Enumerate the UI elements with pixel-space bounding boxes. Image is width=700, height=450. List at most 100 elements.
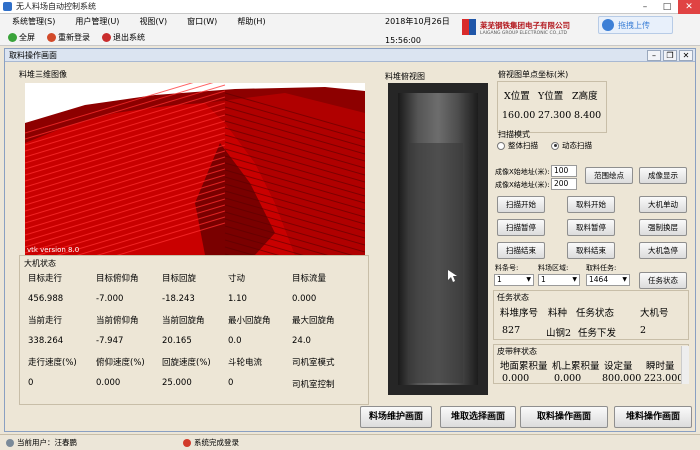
machine-stop-button[interactable]: 大机急停 xyxy=(639,242,687,259)
state-value-1-1: -7.000 xyxy=(96,294,124,304)
state-value-3-0: 338.264 xyxy=(28,336,64,346)
radio-full-scan[interactable]: 整体扫描 xyxy=(497,140,538,151)
force-switch-button[interactable]: 强制换层 xyxy=(639,219,687,236)
task-select-label: 取料任务: xyxy=(586,264,617,272)
state-label-0-3: 寸动 xyxy=(228,274,246,284)
scan-start-button[interactable]: 扫描开始 xyxy=(497,196,545,213)
window-controls: – □ ✕ xyxy=(634,0,700,14)
radio-dynamic-scan-label: 动态扫描 xyxy=(562,141,592,150)
state-value-1-2: -18.243 xyxy=(162,294,195,304)
user-status-icon xyxy=(6,438,14,447)
machine-single-button[interactable]: 大机单动 xyxy=(639,196,687,213)
belt-scrollbar[interactable] xyxy=(681,346,689,384)
image-show-button[interactable]: 成像显示 xyxy=(639,167,687,184)
task-panel: 料堆序号 料种 任务状态 大机号 827 山钢2 任务下发 2 xyxy=(493,290,689,340)
minimize-icon[interactable]: – xyxy=(634,0,656,14)
zone-select-value: 1 xyxy=(541,275,546,284)
menu-view[interactable]: 视图(V) xyxy=(139,16,167,27)
task-machine-value: 2 xyxy=(640,325,647,336)
range-plot-button[interactable]: 范围绘点 xyxy=(585,167,633,184)
upload-label: 拖拽上传 xyxy=(618,20,650,30)
coord-x-value: 160.00 xyxy=(502,110,536,121)
state-label-4-3: 斗轮电流 xyxy=(228,358,263,368)
state-value-5-1: 0.000 xyxy=(96,378,121,388)
menu-help[interactable]: 帮助(H) xyxy=(237,16,265,27)
fullscreen-button[interactable]: 全屏 xyxy=(8,32,35,43)
reclaim-operation-button[interactable]: 取料操作画面 xyxy=(520,406,608,428)
stockpile-3d-render xyxy=(25,83,365,255)
strip-select[interactable]: 1 ▼ xyxy=(494,274,534,286)
user-icon xyxy=(47,32,56,42)
state-label-2-2: 当前回旋角 xyxy=(162,316,205,326)
take-end-button[interactable]: 取料结束 xyxy=(567,242,615,259)
coord-box: X位置 Y位置 Z高度 160.00 27.300 8.400 xyxy=(497,81,607,133)
task-state-button[interactable]: 任务状态 xyxy=(639,272,687,289)
scan-end-button[interactable]: 扫描结束 xyxy=(497,242,545,259)
state-label-4-0: 走行速度(%) xyxy=(28,358,77,368)
app-icon xyxy=(3,2,12,11)
zone-select[interactable]: 1 ▼ xyxy=(538,274,580,286)
x-end-input[interactable]: 200 xyxy=(551,178,577,190)
logout-button[interactable]: 退出系统 xyxy=(102,32,145,43)
zone-chevron-down-icon: ▼ xyxy=(572,276,577,283)
menu-user[interactable]: 用户管理(U) xyxy=(75,16,119,27)
company-name-cn: 莱芜钢铁集团电子有限公司 xyxy=(480,21,570,30)
view3d-label: 料堆三维图像 xyxy=(19,70,67,79)
child-restore-icon[interactable]: ❐ xyxy=(663,49,677,61)
status-message: 系统完成登录 xyxy=(194,438,239,447)
take-pause-button[interactable]: 取料暂停 xyxy=(567,219,615,236)
state-label-2-0: 当前走行 xyxy=(28,316,63,326)
coord-y-value: 27.300 xyxy=(538,110,572,121)
check-icon xyxy=(8,32,17,42)
menu-bar: 系统管理(S) 用户管理(U) 视图(V) 窗口(W) 帮助(H) xyxy=(0,14,700,29)
yard-maintenance-button[interactable]: 料场维护画面 xyxy=(360,406,432,428)
state-label-2-3: 最小回旋角 xyxy=(228,316,271,326)
belt-onboard-value: 0.000 xyxy=(554,373,582,384)
logout-label: 退出系统 xyxy=(113,32,145,42)
machine-state-panel: 大机状态 目标走行 目标俯仰角 目标回旋 寸动 目标流量 456.988 -7.000 -18… xyxy=(19,255,369,405)
child-minimize-icon[interactable]: – xyxy=(647,49,661,61)
state-value-1-4: 0.000 xyxy=(292,294,317,304)
state-label-0-4: 目标流量 xyxy=(292,274,327,284)
zone-label: 料场区域: xyxy=(538,264,569,272)
stack-reclaim-select-button[interactable]: 堆取选择画面 xyxy=(440,406,516,428)
date-display: 2018年10月26日 xyxy=(385,17,450,26)
drag-upload-button[interactable]: 拖拽上传 xyxy=(598,16,673,34)
company-logo: 莱芜钢铁集团电子有限公司 LAIGANG GROUP ELECTRONIC CO… xyxy=(462,17,570,43)
x-start-label: 成像X始地址(米): xyxy=(495,168,550,176)
time-display: 15:56:00 xyxy=(385,36,421,45)
relogin-button[interactable]: 重新登录 xyxy=(47,32,90,43)
state-label-4-2: 回旋速度(%) xyxy=(162,358,211,368)
menu-system[interactable]: 系统管理(S) xyxy=(12,16,55,27)
top-view-image xyxy=(388,83,488,395)
fullscreen-label: 全屏 xyxy=(19,32,35,42)
task-select[interactable]: 1464 ▼ xyxy=(586,274,630,286)
x-start-input[interactable]: 100 xyxy=(551,165,577,177)
menu-window[interactable]: 窗口(W) xyxy=(187,16,217,27)
child-title: 取料操作画面 xyxy=(9,50,57,60)
task-pile-value: 827 xyxy=(502,325,521,336)
task-select-value: 1464 xyxy=(589,275,609,284)
scan-pause-button[interactable]: 扫描暂停 xyxy=(497,219,545,236)
maximize-icon[interactable]: □ xyxy=(656,0,678,14)
toolbar: 全屏 重新登录 退出系统 xyxy=(0,29,700,46)
close-icon[interactable]: ✕ xyxy=(678,0,700,14)
take-start-button[interactable]: 取料开始 xyxy=(567,196,615,213)
stockpile-top-view[interactable] xyxy=(388,83,488,395)
radio-dynamic-scan[interactable]: 动态扫描 xyxy=(551,140,592,151)
state-label-0-2: 目标回旋 xyxy=(162,274,197,284)
state-label-2-1: 当前俯仰角 xyxy=(96,316,139,326)
state-value-5-0: 0 xyxy=(28,378,34,388)
task-head-status: 任务状态 xyxy=(576,308,615,319)
stockpile-3d-view[interactable]: vtk version 8.0 xyxy=(25,83,365,255)
strip-select-value: 1 xyxy=(497,275,502,284)
child-close-icon[interactable]: ✕ xyxy=(679,49,693,61)
strip-label: 料条号: xyxy=(495,264,519,272)
state-value-3-2: 20.165 xyxy=(162,336,192,346)
state-label-2-4: 最大回旋角 xyxy=(292,316,335,326)
task-head-machine: 大机号 xyxy=(640,308,669,319)
child-title-bar: 取料操作画面 – ❐ ✕ xyxy=(5,49,695,62)
stack-operation-button[interactable]: 堆料操作画面 xyxy=(614,406,692,428)
child-window-controls: – ❐ ✕ xyxy=(647,49,695,61)
state-value-5-4: 司机室控制 xyxy=(292,380,335,390)
